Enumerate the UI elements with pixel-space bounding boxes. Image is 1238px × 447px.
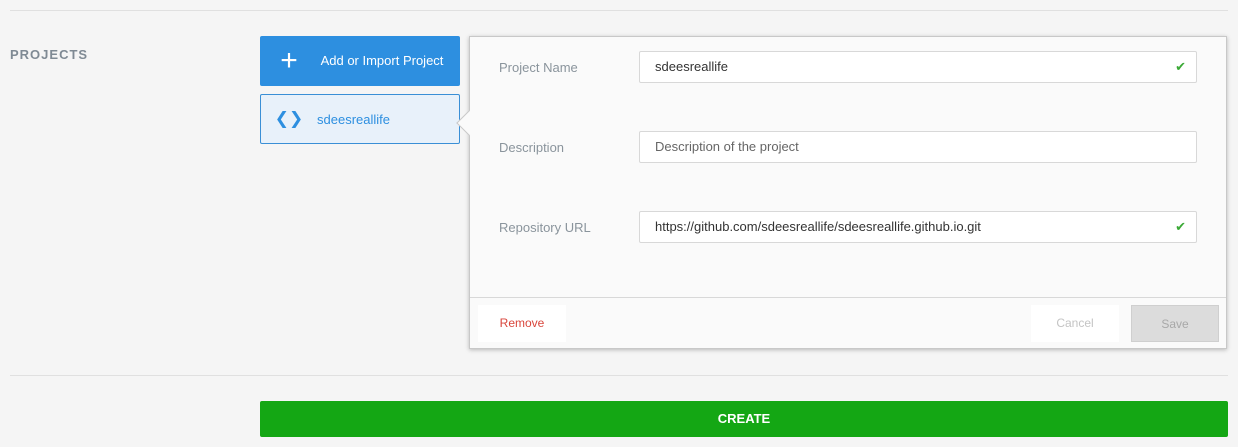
save-button[interactable]: Save bbox=[1131, 305, 1219, 342]
code-icon: ❮❯ bbox=[274, 109, 304, 128]
panel-footer: Remove Cancel Save bbox=[470, 297, 1226, 348]
description-label: Description bbox=[499, 140, 565, 155]
top-divider bbox=[10, 10, 1228, 11]
section-label: PROJECTS bbox=[10, 47, 89, 62]
create-button[interactable]: CREATE bbox=[260, 401, 1228, 437]
bottom-divider bbox=[10, 375, 1228, 376]
plus-icon: + bbox=[280, 44, 298, 77]
add-or-import-project-button[interactable]: + Add or Import Project bbox=[260, 36, 460, 86]
panel-pointer bbox=[456, 110, 482, 136]
add-project-label: Add or Import Project bbox=[320, 53, 444, 68]
project-list-item[interactable]: ❮❯ sdeesreallife bbox=[260, 94, 460, 144]
remove-button[interactable]: Remove bbox=[478, 305, 566, 342]
repository-url-input[interactable]: https://github.com/sdeesreallife/sdeesre… bbox=[639, 211, 1197, 243]
project-item-label: sdeesreallife bbox=[317, 111, 390, 127]
description-placeholder: Description of the project bbox=[655, 139, 799, 154]
project-name-value: sdeesreallife bbox=[655, 59, 728, 74]
project-name-label: Project Name bbox=[499, 60, 578, 75]
check-icon: ✔ bbox=[1175, 219, 1186, 234]
repository-url-label: Repository URL bbox=[499, 220, 591, 235]
description-input[interactable]: Description of the project bbox=[639, 131, 1197, 163]
project-name-input[interactable]: sdeesreallife ✔ bbox=[639, 51, 1197, 83]
project-edit-panel: Project Name sdeesreallife ✔ Description… bbox=[456, 36, 1227, 349]
cancel-button[interactable]: Cancel bbox=[1031, 305, 1119, 342]
check-icon: ✔ bbox=[1175, 59, 1186, 74]
repository-url-value: https://github.com/sdeesreallife/sdeesre… bbox=[655, 219, 981, 234]
